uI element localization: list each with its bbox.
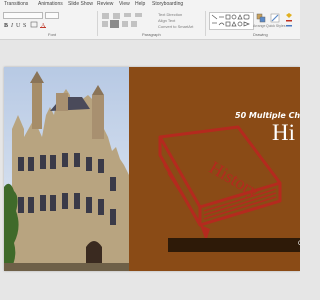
history-book-icon[interactable]: History [154, 125, 284, 245]
question-bar-text: Q [298, 241, 300, 248]
font-size-dropdown[interactable] [45, 12, 59, 19]
university-building-photo[interactable] [4, 67, 129, 271]
shape-format-icons[interactable] [284, 12, 298, 30]
tab-slide-show[interactable]: Slide Show [68, 1, 93, 7]
tab-storyboarding[interactable]: Storyboarding [152, 1, 183, 7]
paragraph-group-label: Paragraph [142, 32, 161, 37]
align-text-button[interactable]: Align Text [158, 18, 175, 23]
shapes-icons [211, 14, 250, 27]
separator [97, 11, 98, 36]
slide-canvas[interactable]: 50 Multiple Choi Hi History Q [4, 67, 300, 271]
arrange-icon[interactable] [256, 13, 266, 23]
book-label: History [206, 157, 263, 201]
text-direction-button[interactable]: Text Direction [158, 12, 182, 17]
font-name-dropdown[interactable] [3, 12, 43, 19]
ribbon: B I U S A Font Text Direction Align Text… [0, 9, 300, 40]
quick-styles-icon[interactable] [270, 13, 280, 23]
ribbon-tab-bar: Transitions Animations Slide Show Review… [0, 0, 300, 9]
tab-transitions[interactable]: Transitions [4, 1, 28, 7]
font-group-label: Font [48, 32, 57, 37]
question-bar[interactable]: Q [168, 238, 300, 252]
separator [205, 11, 206, 36]
svg-text:U: U [16, 23, 21, 28]
arrange-label[interactable]: Arrange [253, 24, 265, 29]
tab-help[interactable]: Help [135, 1, 145, 7]
tab-animations[interactable]: Animations [38, 1, 63, 7]
powerpoint-window: Transitions Animations Slide Show Review… [0, 0, 300, 300]
svg-text:B: B [4, 23, 8, 28]
font-formatting-icons[interactable]: B I U S A [4, 21, 64, 28]
paragraph-icons[interactable] [101, 12, 151, 30]
quick-styles-label[interactable]: Quick Styles [266, 24, 285, 29]
svg-text:S: S [23, 23, 26, 28]
convert-smartart-button[interactable]: Convert to SmartArt [158, 24, 193, 29]
tab-review[interactable]: Review [97, 1, 113, 7]
shapes-gallery[interactable] [209, 12, 254, 30]
tab-view[interactable]: View [119, 1, 130, 7]
drawing-group-label: Drawing [253, 32, 268, 37]
svg-text:I: I [10, 23, 14, 28]
